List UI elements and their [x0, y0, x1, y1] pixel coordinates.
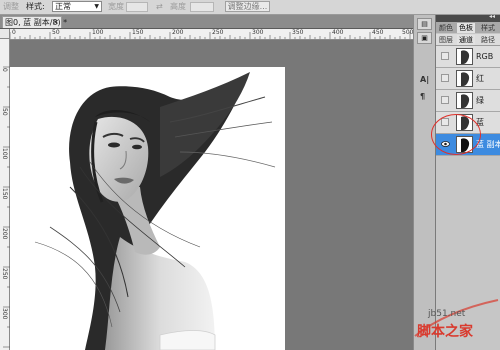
ruler-label: 50	[1, 108, 8, 116]
watermark-url: jb51.net	[428, 309, 466, 319]
visibility-toggle[interactable]	[441, 74, 449, 82]
tab-color[interactable]: 颜色	[437, 23, 455, 33]
histogram-icon[interactable]: ▤	[417, 18, 432, 30]
chevron-down-icon: ▼	[94, 3, 99, 10]
vertical-ruler[interactable]: 0 50 100 150 200 250 300	[0, 39, 10, 350]
options-label-left: 调整	[3, 2, 19, 11]
channel-name: 蓝 副本	[476, 140, 500, 149]
navigator-icon[interactable]: ▣	[417, 32, 432, 44]
tab-styles[interactable]: 样式	[479, 23, 497, 33]
tab-paths[interactable]: 路径	[479, 35, 497, 45]
ruler-label: 300	[1, 308, 8, 320]
style-dropdown[interactable]: 正常 ▼	[52, 1, 102, 12]
close-icon[interactable]: ×	[53, 17, 59, 28]
image-canvas[interactable]	[10, 67, 285, 350]
visibility-toggle[interactable]	[441, 96, 449, 104]
style-label: 样式:	[26, 2, 45, 11]
ruler-label: 0	[12, 29, 16, 36]
ruler-label: 350	[292, 29, 304, 36]
tab-channels[interactable]: 通道	[457, 35, 475, 45]
panel-header-bar: ◂◂	[436, 13, 500, 22]
style-dropdown-value: 正常	[55, 2, 71, 11]
options-bar: 调整 样式: 正常 ▼ 宽度 ⇄ 高度 调整边缘...	[0, 0, 500, 15]
watermark-logo: 脚本之家	[417, 324, 473, 340]
document-tab[interactable]: 图0, 蓝 副本/8) * ×	[2, 16, 67, 28]
tab-swatches[interactable]: 色板	[457, 23, 475, 33]
ruler-label: 300	[252, 29, 264, 36]
ruler-label: 50	[52, 29, 60, 36]
ruler-label: 100	[1, 148, 8, 160]
ruler-label: 150	[1, 188, 8, 200]
ruler-label: 0	[1, 68, 8, 72]
collapse-icon[interactable]: ◂◂	[489, 13, 495, 20]
ruler-label: 250	[1, 268, 8, 280]
channel-thumbnail	[456, 92, 473, 109]
channel-name: RGB	[476, 52, 494, 61]
width-field[interactable]	[126, 2, 148, 12]
ruler-label: 450	[372, 29, 384, 36]
document-tab-bar: 图0, 蓝 副本/8) * ×	[0, 15, 413, 29]
horizontal-ruler[interactable]: 0 50 100 150 200 250 300 350 400 450 500	[10, 29, 413, 40]
ruler-label: 250	[212, 29, 224, 36]
channel-name: 红	[476, 74, 484, 83]
character-icon[interactable]: A|	[420, 75, 429, 84]
height-field[interactable]	[190, 2, 214, 12]
annotation-circle	[431, 114, 481, 155]
panel-tab-row-2: 图层 通道 路径	[436, 34, 500, 46]
channel-row-rgb[interactable]: RGB	[436, 46, 500, 68]
ruler-label: 500	[402, 29, 413, 36]
height-label: 高度	[170, 2, 186, 11]
tab-layers[interactable]: 图层	[437, 35, 455, 45]
swap-icon: ⇄	[156, 2, 163, 11]
ruler-corner	[0, 29, 10, 39]
ruler-label: 100	[92, 29, 104, 36]
channel-thumbnail	[456, 48, 473, 65]
visibility-toggle[interactable]	[441, 52, 449, 60]
ruler-label: 200	[172, 29, 184, 36]
ruler-label: 150	[132, 29, 144, 36]
ruler-label: 400	[332, 29, 344, 36]
document-window: 图0, 蓝 副本/8) * × 0 50 100 150 200 250 300…	[0, 15, 413, 350]
channel-row-red[interactable]: 红	[436, 68, 500, 90]
width-label: 宽度	[108, 2, 124, 11]
grayscale-portrait-image	[10, 67, 285, 350]
channel-thumbnail	[456, 70, 473, 87]
refine-edge-button[interactable]: 调整边缘...	[225, 1, 270, 12]
paragraph-icon[interactable]: ¶	[420, 92, 425, 101]
channel-row-green[interactable]: 绿	[436, 90, 500, 112]
channel-name: 绿	[476, 96, 484, 105]
ruler-label: 200	[1, 228, 8, 240]
panel-tab-row-1: 颜色 色板 样式	[436, 22, 500, 33]
